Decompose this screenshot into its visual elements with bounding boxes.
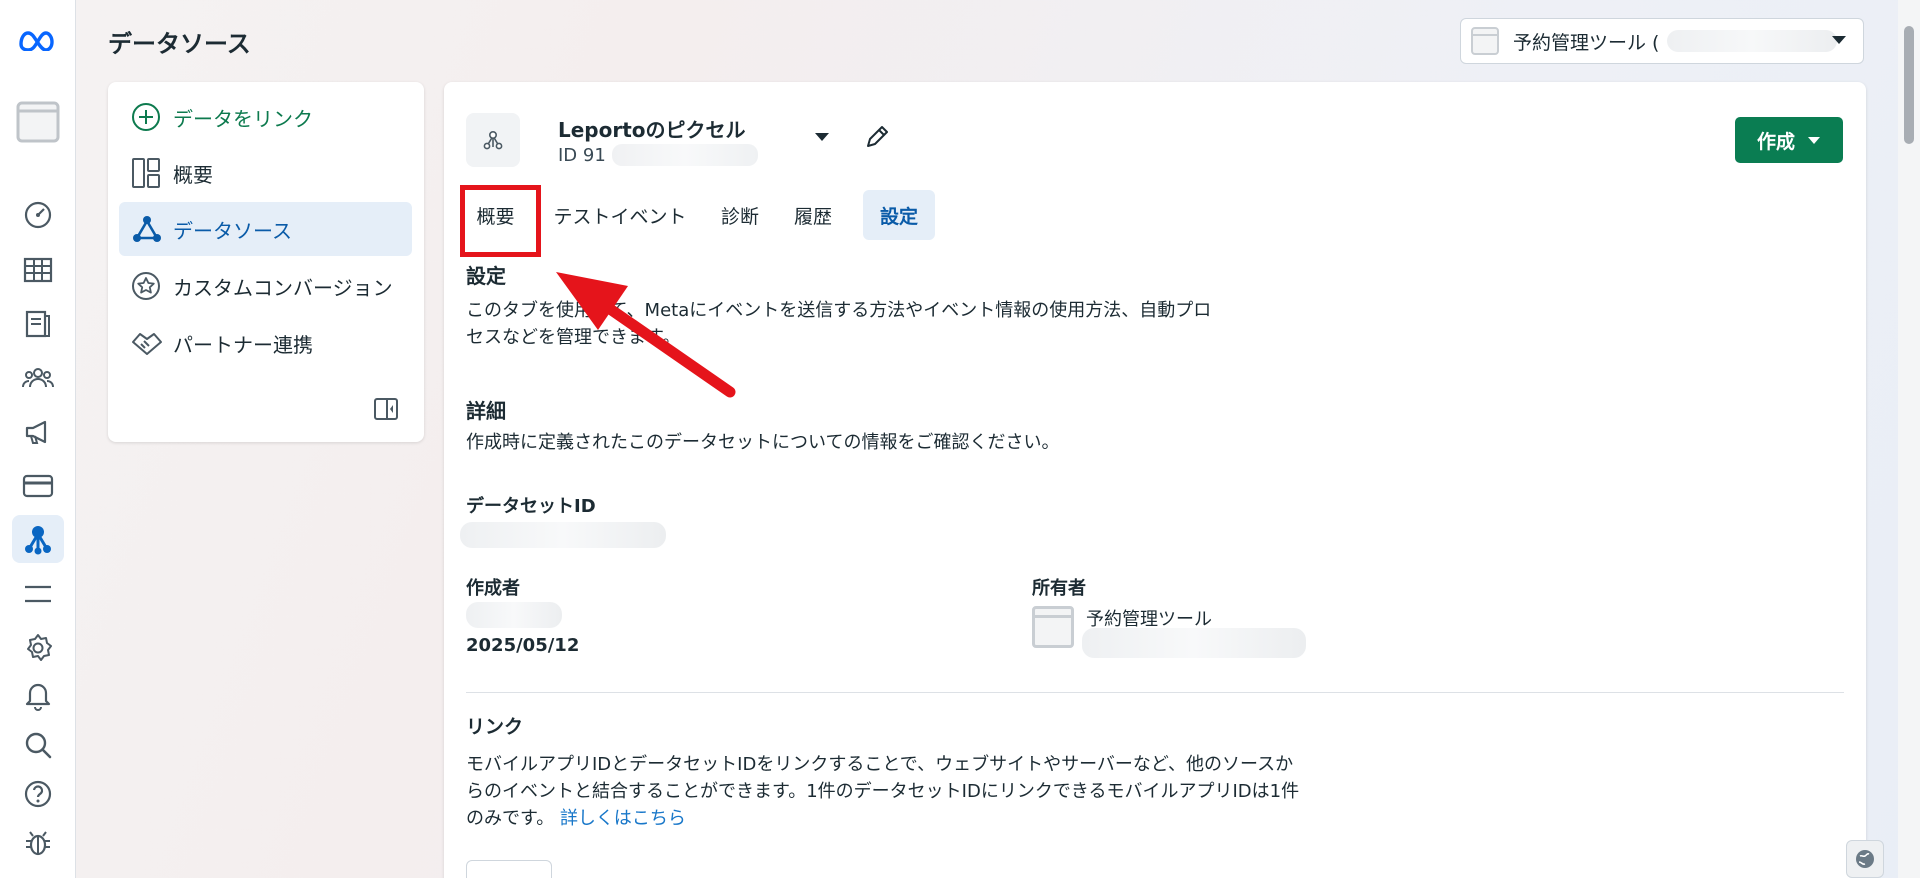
- section-divider: [466, 692, 1844, 693]
- link-description-line: モバイルアプリIDとデータセットIDをリンクすることで、ウェブサイトやサーバーな…: [466, 754, 1294, 775]
- documents-icon[interactable]: [12, 300, 64, 348]
- learn-more-link[interactable]: 詳しくはこちら: [560, 808, 686, 829]
- sidebar-item-label: パートナー連携: [173, 332, 313, 357]
- handshake-icon: [131, 330, 167, 356]
- pixel-name: Leportoのピクセル: [558, 118, 746, 142]
- sidebar-item-data-sources[interactable]: データソース: [119, 202, 412, 256]
- dataset-id-label: データセットID: [466, 496, 596, 517]
- page-title: データソース: [108, 30, 251, 58]
- redacted-owner-id: [1082, 628, 1306, 658]
- link-heading: リンク: [466, 716, 524, 738]
- pixel-switcher-chevron-icon[interactable]: [814, 132, 830, 142]
- settings-description-line: セスなどを管理できます。: [466, 327, 681, 348]
- plus-circle-icon: [131, 102, 167, 132]
- sidebar-item-partner-integrations[interactable]: パートナー連携: [119, 316, 412, 370]
- link-description-text: のみです。: [466, 808, 555, 829]
- account-name: 予約管理ツール (: [1513, 31, 1660, 54]
- layout-icon: [131, 157, 167, 189]
- sidebar-item-label: カスタムコンバージョン: [173, 275, 393, 300]
- table-icon[interactable]: [12, 246, 64, 294]
- account-thumb-icon[interactable]: [12, 98, 64, 146]
- left-navigation-rail: [0, 0, 76, 878]
- data-source-icon: [131, 214, 167, 244]
- redacted-text: [611, 144, 758, 166]
- chevron-down-icon: [1808, 136, 1821, 144]
- creator-label: 作成者: [466, 578, 520, 599]
- audience-icon[interactable]: [12, 354, 64, 402]
- page-scrollbar[interactable]: [1898, 0, 1920, 878]
- link-description-line3: のみです。 詳しくはこちら: [466, 805, 686, 832]
- billing-card-icon[interactable]: [12, 462, 64, 510]
- edit-pencil-icon[interactable]: [864, 124, 890, 150]
- created-date: 2025/05/12: [466, 635, 580, 656]
- language-globe-icon[interactable]: [1846, 840, 1884, 878]
- bug-icon[interactable]: [12, 819, 64, 867]
- pixel-icon: [466, 113, 520, 167]
- help-icon[interactable]: [12, 770, 64, 818]
- settings-description-line: このタブを使用して、Metaにイベントを送信する方法やイベント情報の使用方法、自…: [466, 300, 1212, 321]
- events-manager-icon[interactable]: [12, 515, 64, 563]
- collapse-sidebar-icon[interactable]: [374, 398, 398, 420]
- menu-icon[interactable]: [12, 570, 64, 618]
- create-button-label: 作成: [1757, 130, 1796, 153]
- pixel-id: ID 91: [558, 144, 758, 166]
- notifications-icon[interactable]: [12, 672, 64, 720]
- owner-label: 所有者: [1032, 578, 1086, 599]
- sidebar-item-custom-conversions[interactable]: カスタムコンバージョン: [119, 259, 412, 313]
- tab-test-events[interactable]: テストイベント: [542, 190, 698, 240]
- account-switcher[interactable]: 予約管理ツール (: [1460, 18, 1864, 64]
- main-content: Leportoのピクセル ID 91 作成 概要 テストイベント 診断 履歴 設…: [444, 82, 1866, 878]
- details-description: 作成時に定義されたこのデータセットについての情報をご確認ください。: [466, 432, 1060, 453]
- sidebar-item-label: データをリンク: [173, 106, 313, 131]
- link-description-line: らのイベントと結合することができます。1件のデータセットIDにリンクできるモバイ…: [466, 781, 1300, 802]
- redacted-creator: [466, 602, 562, 628]
- dashboard-gauge-icon[interactable]: [12, 191, 64, 239]
- details-heading: 詳細: [466, 399, 506, 423]
- megaphone-icon[interactable]: [12, 408, 64, 456]
- sidebar: データをリンク 概要 データソース カスタムコンバージョン パートナー連携: [108, 82, 424, 442]
- tab-diagnostics[interactable]: 診断: [710, 190, 770, 240]
- account-thumb-icon: [1471, 27, 1499, 55]
- meta-logo-icon[interactable]: [12, 16, 64, 64]
- redacted-dataset-id: [460, 522, 666, 548]
- chevron-down-icon: [1832, 36, 1846, 44]
- search-icon[interactable]: [12, 721, 64, 769]
- tab-history[interactable]: 履歴: [782, 190, 844, 240]
- sidebar-item-overview[interactable]: 概要: [119, 146, 412, 200]
- redacted-text: [1667, 30, 1838, 52]
- owner-thumb-icon: [1032, 606, 1074, 648]
- scrollbar-thumb[interactable]: [1904, 26, 1914, 144]
- link-button[interactable]: [466, 860, 552, 878]
- sidebar-item-link-data[interactable]: データをリンク: [119, 90, 412, 144]
- settings-icon[interactable]: [12, 624, 64, 672]
- star-circle-icon: [131, 271, 167, 301]
- tab-settings[interactable]: 設定: [863, 190, 935, 240]
- sidebar-item-label: データソース: [173, 218, 292, 243]
- settings-heading: 設定: [466, 264, 506, 288]
- create-button[interactable]: 作成: [1735, 117, 1843, 163]
- highlight-box: [460, 185, 541, 257]
- pixel-id-text: ID 91: [558, 144, 606, 166]
- sidebar-item-label: 概要: [173, 162, 213, 187]
